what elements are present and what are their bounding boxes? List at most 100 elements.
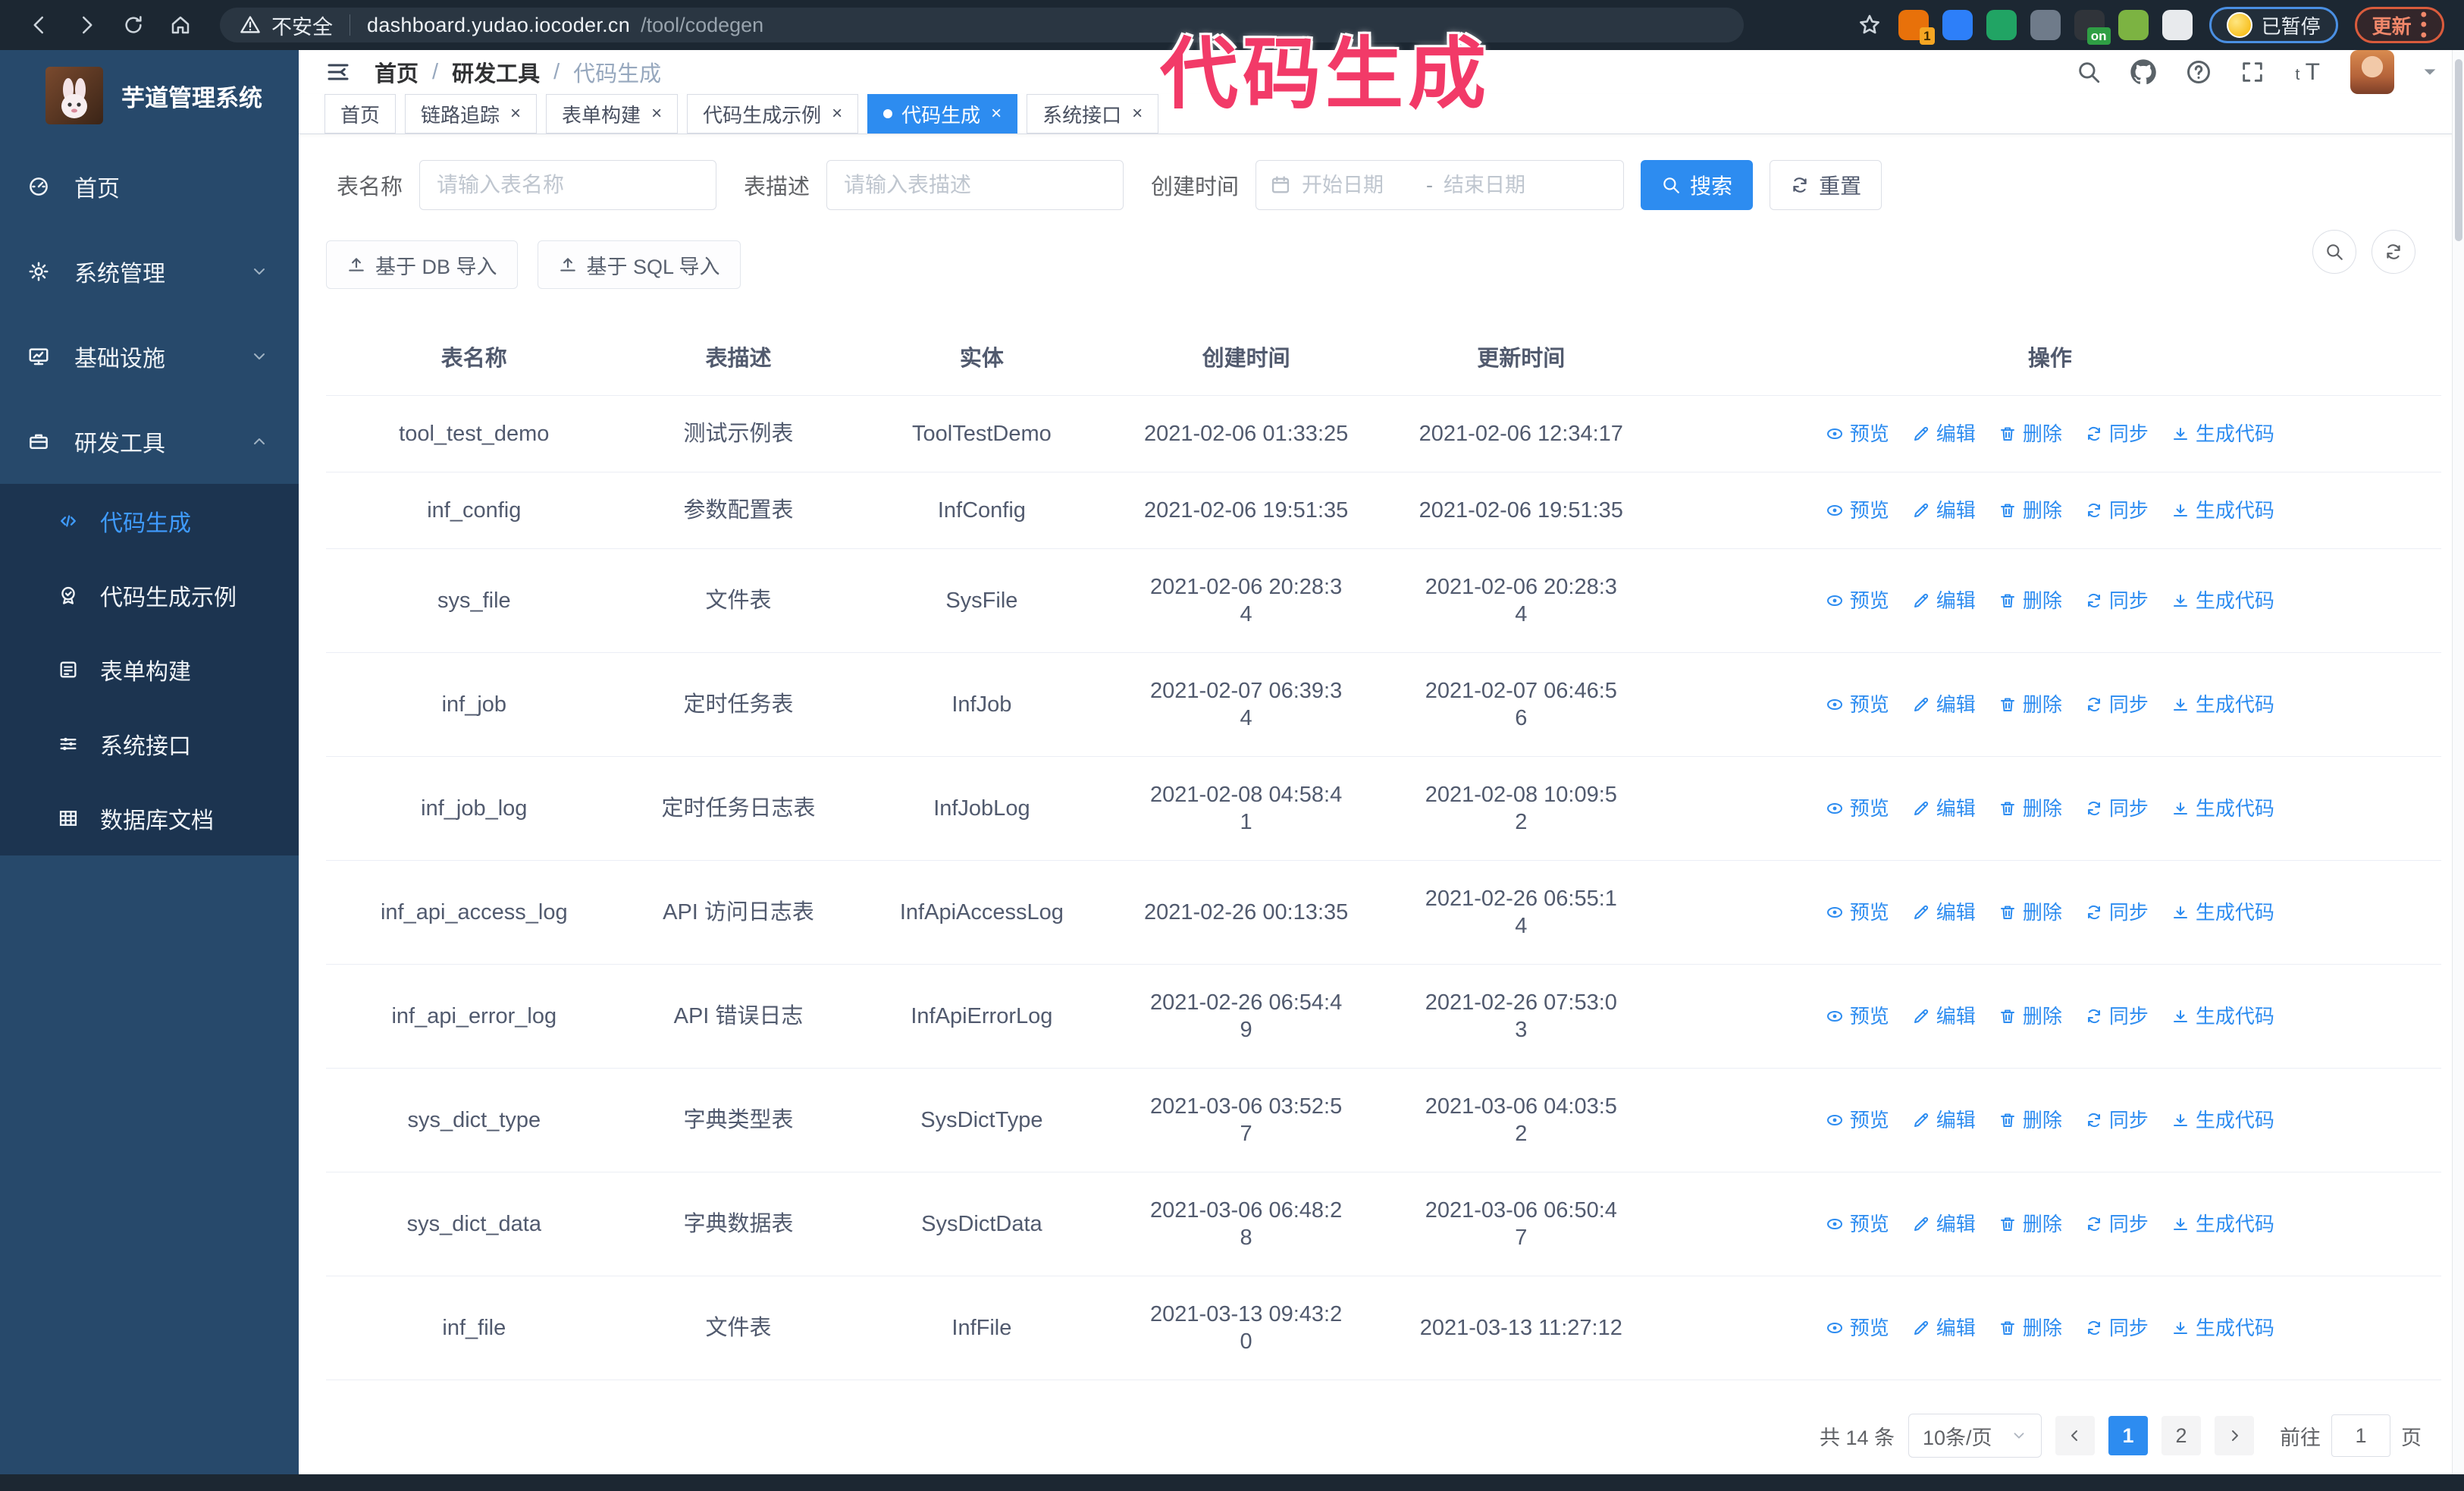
action-generate-code[interactable]: 生成代码 — [2171, 1106, 2274, 1134]
browser-home-button[interactable] — [161, 5, 200, 45]
action-generate-code[interactable]: 生成代码 — [2171, 1210, 2274, 1238]
scrollbar-thumb[interactable] — [2455, 59, 2462, 241]
tab-表单构建[interactable]: 表单构建 × — [546, 94, 679, 133]
table-name-input[interactable] — [419, 160, 717, 210]
hamburger-icon[interactable] — [324, 58, 352, 86]
toggle-search-button[interactable] — [2312, 230, 2356, 274]
action-generate-code[interactable]: 生成代码 — [2171, 420, 2274, 447]
goto-page-input[interactable] — [2331, 1414, 2390, 1457]
action-preview[interactable]: 预览 — [1826, 420, 1889, 447]
action-delete[interactable]: 删除 — [1998, 795, 2062, 822]
tab-链路追踪[interactable]: 链路追踪 × — [405, 94, 538, 133]
action-preview[interactable]: 预览 — [1826, 587, 1889, 614]
sql-import-button[interactable]: 基于 SQL 导入 — [537, 240, 741, 289]
prev-page-button[interactable] — [2055, 1416, 2095, 1455]
action-edit[interactable]: 编辑 — [1912, 1106, 1976, 1134]
action-preview[interactable]: 预览 — [1826, 1003, 1889, 1030]
app-logo-row[interactable]: 芋道管理系统 — [0, 50, 299, 144]
ext-gray-grid-icon[interactable] — [2030, 10, 2061, 40]
action-delete[interactable]: 删除 — [1998, 1106, 2062, 1134]
action-preview[interactable]: 预览 — [1826, 1106, 1889, 1134]
action-preview[interactable]: 预览 — [1826, 497, 1889, 524]
action-sync[interactable]: 同步 — [2085, 1314, 2149, 1342]
text-size-icon[interactable]: tT — [2293, 57, 2323, 87]
breadcrumb-home[interactable]: 首页 — [375, 56, 419, 88]
action-sync[interactable]: 同步 — [2085, 1106, 2149, 1134]
sidebar-subitem-数据库文档[interactable]: 数据库文档 — [0, 781, 299, 855]
action-sync[interactable]: 同步 — [2085, 795, 2149, 822]
action-delete[interactable]: 删除 — [1998, 899, 2062, 926]
action-generate-code[interactable]: 生成代码 — [2171, 899, 2274, 926]
chevron-down-icon[interactable] — [2422, 64, 2438, 80]
help-icon[interactable] — [2185, 58, 2212, 86]
fullscreen-icon[interactable] — [2240, 59, 2265, 85]
refresh-table-button[interactable] — [2372, 230, 2415, 274]
action-preview[interactable]: 预览 — [1826, 691, 1889, 718]
action-delete[interactable]: 删除 — [1998, 587, 2062, 614]
browser-update-button[interactable]: 更新 • • • — [2354, 6, 2444, 44]
browser-reload-button[interactable] — [114, 5, 153, 45]
action-generate-code[interactable]: 生成代码 — [2171, 1003, 2274, 1030]
sidebar-subitem-代码生成示例[interactable]: 代码生成示例 — [0, 558, 299, 632]
page-size-select[interactable]: 10条/页 — [1908, 1414, 2042, 1458]
bookmark-star-icon[interactable] — [1857, 13, 1882, 37]
action-generate-code[interactable]: 生成代码 — [2171, 795, 2274, 822]
close-tab-icon[interactable]: × — [651, 103, 662, 124]
ext-blue-gem-icon[interactable] — [1942, 10, 1973, 40]
action-sync[interactable]: 同步 — [2085, 497, 2149, 524]
action-delete[interactable]: 删除 — [1998, 497, 2062, 524]
close-tab-icon[interactable]: × — [991, 103, 1002, 124]
action-generate-code[interactable]: 生成代码 — [2171, 587, 2274, 614]
action-edit[interactable]: 编辑 — [1912, 1210, 1976, 1238]
action-generate-code[interactable]: 生成代码 — [2171, 691, 2274, 718]
page-button-1[interactable]: 1 — [2108, 1416, 2148, 1455]
action-delete[interactable]: 删除 — [1998, 1210, 2062, 1238]
action-edit[interactable]: 编辑 — [1912, 1003, 1976, 1030]
search-icon[interactable] — [2076, 59, 2102, 85]
action-edit[interactable]: 编辑 — [1912, 691, 1976, 718]
ext-dark-on-icon[interactable]: on — [2074, 10, 2111, 45]
ext-puzzle-icon[interactable] — [2161, 10, 2193, 40]
sidebar-item-首页[interactable]: 首页 — [0, 144, 299, 229]
action-edit[interactable]: 编辑 — [1912, 795, 1976, 822]
breadcrumb-devtools[interactable]: 研发工具 — [452, 56, 540, 88]
action-edit[interactable]: 编辑 — [1912, 497, 1976, 524]
action-generate-code[interactable]: 生成代码 — [2171, 497, 2274, 524]
action-sync[interactable]: 同步 — [2085, 587, 2149, 614]
date-range-picker[interactable]: - — [1256, 160, 1625, 210]
ext-green-check-icon[interactable] — [1986, 10, 2017, 40]
tab-首页[interactable]: 首页 — [324, 94, 397, 133]
sidebar-subitem-表单构建[interactable]: 表单构建 — [0, 632, 299, 707]
action-edit[interactable]: 编辑 — [1912, 420, 1976, 447]
tab-代码生成示例[interactable]: 代码生成示例 × — [687, 94, 859, 133]
action-preview[interactable]: 预览 — [1826, 795, 1889, 822]
page-button-2[interactable]: 2 — [2161, 1416, 2201, 1455]
action-delete[interactable]: 删除 — [1998, 691, 2062, 718]
action-preview[interactable]: 预览 — [1826, 1210, 1889, 1238]
sidebar-item-系统管理[interactable]: 系统管理 — [0, 229, 299, 314]
reset-button[interactable]: 重置 — [1770, 160, 1882, 210]
close-tab-icon[interactable]: × — [510, 103, 521, 124]
sidebar-item-基础设施[interactable]: 基础设施 — [0, 314, 299, 399]
action-sync[interactable]: 同步 — [2085, 691, 2149, 718]
action-generate-code[interactable]: 生成代码 — [2171, 1314, 2274, 1342]
paused-extension-badge[interactable]: 已暂停 — [2209, 7, 2338, 43]
action-sync[interactable]: 同步 — [2085, 899, 2149, 926]
avatar[interactable] — [2350, 50, 2394, 94]
action-sync[interactable]: 同步 — [2085, 1003, 2149, 1030]
start-date-input[interactable] — [1302, 173, 1416, 197]
browser-forward-button[interactable] — [67, 5, 106, 45]
close-tab-icon[interactable]: × — [1132, 103, 1143, 124]
end-date-input[interactable] — [1444, 173, 1558, 197]
search-button[interactable]: 搜索 — [1641, 160, 1754, 210]
action-delete[interactable]: 删除 — [1998, 1314, 2062, 1342]
action-preview[interactable]: 预览 — [1826, 1314, 1889, 1342]
sidebar-subitem-系统接口[interactable]: 系统接口 — [0, 707, 299, 781]
ext-orange-c-icon[interactable]: 1 — [1898, 10, 1935, 45]
tab-代码生成[interactable]: 代码生成 × — [867, 94, 1018, 133]
action-edit[interactable]: 编辑 — [1912, 587, 1976, 614]
sidebar-subitem-代码生成[interactable]: 代码生成 — [0, 484, 299, 558]
sidebar-item-研发工具[interactable]: 研发工具 — [0, 399, 299, 484]
db-import-button[interactable]: 基于 DB 导入 — [326, 240, 518, 289]
action-edit[interactable]: 编辑 — [1912, 899, 1976, 926]
